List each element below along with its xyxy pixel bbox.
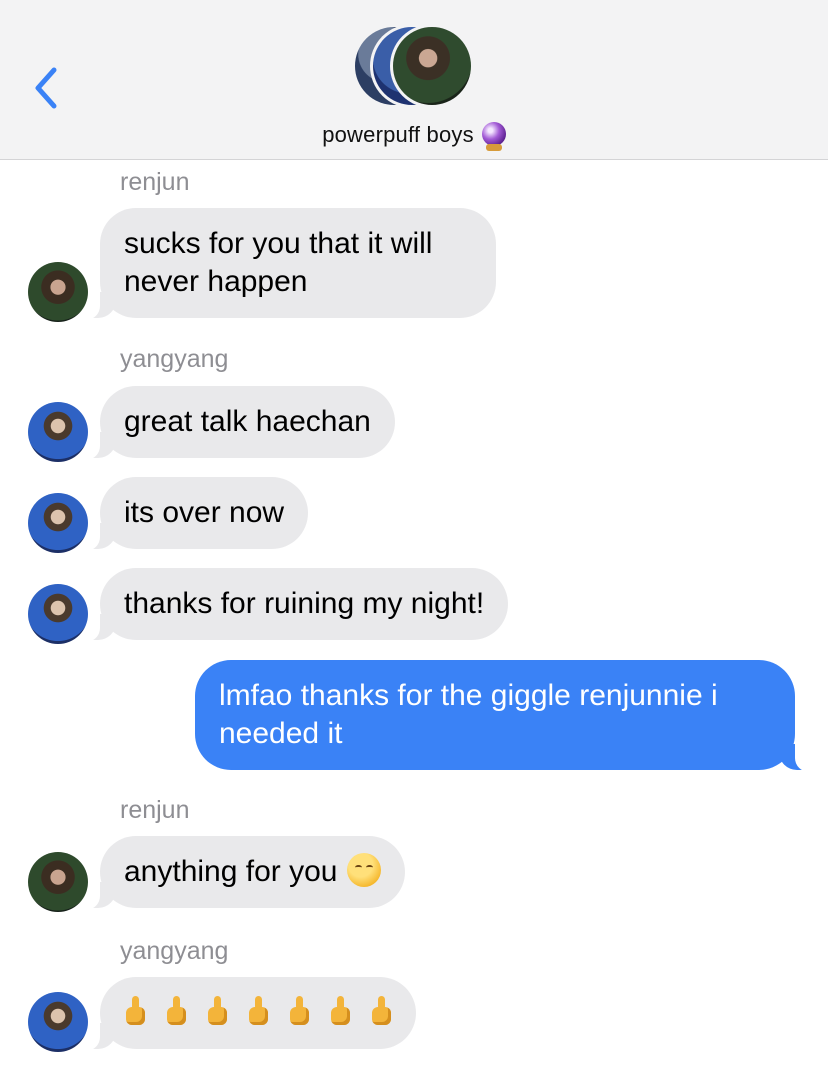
crystal-ball-icon — [481, 122, 506, 151]
conversation-header: powerpuff boys — [0, 0, 828, 160]
chevron-left-icon — [35, 67, 57, 109]
avatar[interactable] — [28, 402, 88, 462]
avatar[interactable] — [28, 992, 88, 1052]
emoji-row — [124, 996, 392, 1029]
middle-finger-icon — [288, 996, 310, 1026]
message-bubble-incoming[interactable]: sucks for you that it will never happen — [78, 208, 496, 320]
avatar[interactable] — [28, 493, 88, 553]
middle-finger-icon — [124, 996, 146, 1026]
middle-finger-icon — [247, 996, 269, 1026]
message-bubble-incoming[interactable]: its over now — [77, 477, 309, 551]
middle-finger-icon — [370, 996, 392, 1026]
sender-name: renjun — [120, 796, 190, 824]
group-title[interactable]: powerpuff boys — [0, 122, 828, 151]
message-bubble-incoming[interactable]: anything for you — [77, 836, 406, 910]
message-text: lmfao thanks for the giggle renjunnie i … — [219, 679, 718, 750]
group-avatar-stack[interactable] — [352, 24, 478, 110]
avatar[interactable] — [28, 262, 88, 322]
middle-finger-icon — [206, 996, 228, 1026]
sender-name: yangyang — [120, 937, 229, 965]
message-text: great talk haechan — [124, 405, 371, 438]
group-name: powerpuff boys — [322, 122, 474, 147]
avatar[interactable] — [28, 852, 88, 912]
middle-finger-icon — [329, 996, 351, 1026]
message-text: thanks for ruining my night! — [124, 587, 485, 620]
message-bubble-incoming[interactable]: thanks for ruining my night! — [77, 568, 509, 642]
message-bubble-outgoing[interactable]: lmfao thanks for the giggle renjunnie i … — [195, 660, 817, 772]
avatar — [390, 24, 474, 108]
message-bubble-incoming[interactable] — [78, 977, 416, 1051]
sender-name: renjun — [120, 168, 190, 196]
message-text: its over now — [124, 496, 285, 529]
sender-name: yangyang — [120, 345, 229, 373]
message-text: sucks for you that it will never happen — [124, 227, 433, 298]
message-text: anything for you — [124, 855, 338, 888]
back-button[interactable] — [30, 64, 64, 112]
kissing-face-icon — [347, 853, 382, 887]
middle-finger-icon — [165, 996, 187, 1026]
message-bubble-incoming[interactable]: great talk haechan — [78, 386, 395, 460]
avatar[interactable] — [28, 584, 88, 644]
